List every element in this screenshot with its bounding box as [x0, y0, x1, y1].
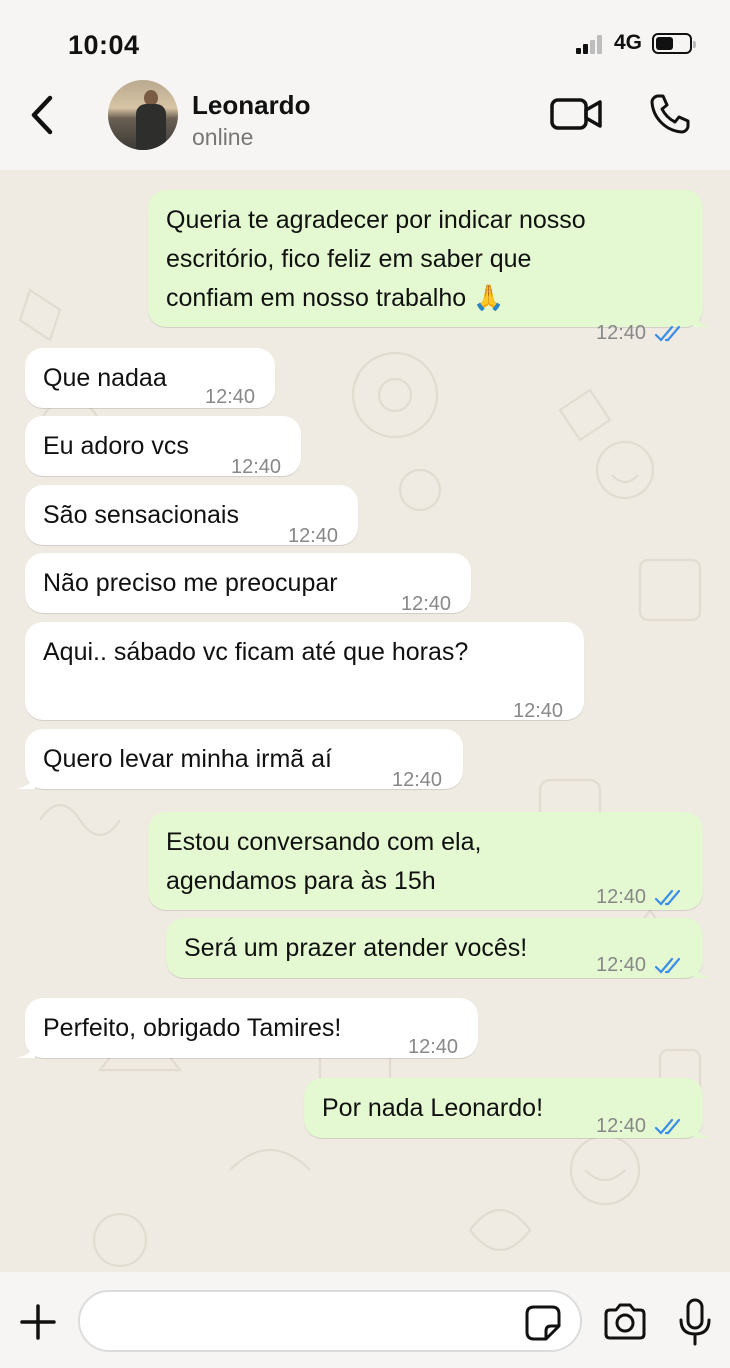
- message-input[interactable]: [78, 1290, 582, 1352]
- message-text: Queria te agradecer por indicar nosso: [166, 206, 586, 234]
- message-time: 12:40: [205, 386, 256, 408]
- message-time: 12:40: [513, 700, 564, 722]
- chat-header: Leonardo online: [0, 80, 730, 170]
- message-incoming[interactable]: Eu adoro vcs 12:40: [25, 416, 301, 478]
- message-text: Será um prazer atender vocês!: [184, 934, 528, 962]
- message-incoming[interactable]: Quero levar minha irmã aí 12:40: [15, 729, 463, 791]
- message-text: Aqui.. sábado vc ficam até que horas?: [43, 638, 469, 666]
- message-text: São sensacionais: [43, 501, 239, 529]
- message-time: 12:40: [231, 456, 282, 478]
- avatar[interactable]: [108, 80, 178, 150]
- message-incoming[interactable]: São sensacionais 12:40: [25, 485, 358, 547]
- message-outgoing[interactable]: Por nada Leonardo! 12:40: [304, 1078, 713, 1138]
- message-text: Eu adoro vcs: [43, 432, 189, 460]
- message-time: 12:40: [596, 322, 647, 344]
- message-time: 12:40: [596, 954, 647, 976]
- plus-icon[interactable]: [18, 1302, 58, 1342]
- contact-status: online: [192, 124, 254, 150]
- message-text: confiam em nosso trabalho 🙏: [166, 284, 505, 312]
- message-time: 12:40: [288, 525, 339, 547]
- message-time: 12:40: [596, 1115, 647, 1137]
- contact-name[interactable]: Leonardo: [192, 90, 310, 121]
- message-input-bar: [0, 1272, 730, 1368]
- message-time: 12:40: [392, 769, 443, 791]
- message-text: Estou conversando com ela,: [166, 828, 482, 856]
- message-text: Por nada Leonardo!: [322, 1094, 544, 1122]
- message-outgoing[interactable]: Será um prazer atender vocês! 12:40: [166, 918, 713, 978]
- message-incoming[interactable]: Perfeito, obrigado Tamires! 12:40: [15, 998, 478, 1058]
- signal-strength-icon: [576, 34, 608, 54]
- message-outgoing[interactable]: Queria te agradecer por indicar nosso esc…: [148, 190, 713, 344]
- message-text: Não preciso me preocupar: [43, 569, 338, 597]
- message-incoming[interactable]: Aqui.. sábado vc ficam até que horas? 12…: [25, 622, 584, 722]
- phone-call-icon[interactable]: [648, 92, 692, 136]
- message-text: agendamos para às 15h: [166, 867, 436, 895]
- double-check-icon: [654, 957, 681, 974]
- double-check-icon: [654, 325, 681, 342]
- back-icon[interactable]: [26, 92, 60, 138]
- message-outgoing[interactable]: Estou conversando com ela, agendamos para…: [148, 812, 703, 910]
- video-call-icon[interactable]: [550, 94, 604, 134]
- message-text: Quero levar minha irmã aí: [43, 745, 333, 773]
- microphone-icon[interactable]: [676, 1298, 714, 1346]
- message-text: Perfeito, obrigado Tamires!: [43, 1014, 342, 1042]
- sticker-icon[interactable]: [524, 1304, 562, 1342]
- double-check-icon: [654, 1118, 681, 1135]
- double-check-icon: [654, 889, 681, 906]
- message-time: 12:40: [596, 886, 647, 908]
- message-incoming[interactable]: Não preciso me preocupar 12:40: [25, 553, 471, 615]
- camera-icon[interactable]: [602, 1302, 648, 1342]
- message-time: 12:40: [408, 1036, 459, 1058]
- message-text: Que nadaa: [43, 364, 167, 392]
- status-bar: 10:04 4G: [0, 0, 730, 80]
- message-incoming[interactable]: Que nadaa 12:40: [25, 348, 275, 408]
- chat-area[interactable]: Queria te agradecer por indicar nosso esc…: [0, 170, 730, 1272]
- message-text: escritório, fico feliz em saber que: [166, 245, 532, 273]
- battery-icon: [652, 33, 696, 54]
- message-time: 12:40: [401, 593, 452, 615]
- status-time: 10:04: [68, 30, 140, 60]
- network-type: 4G: [614, 31, 643, 54]
